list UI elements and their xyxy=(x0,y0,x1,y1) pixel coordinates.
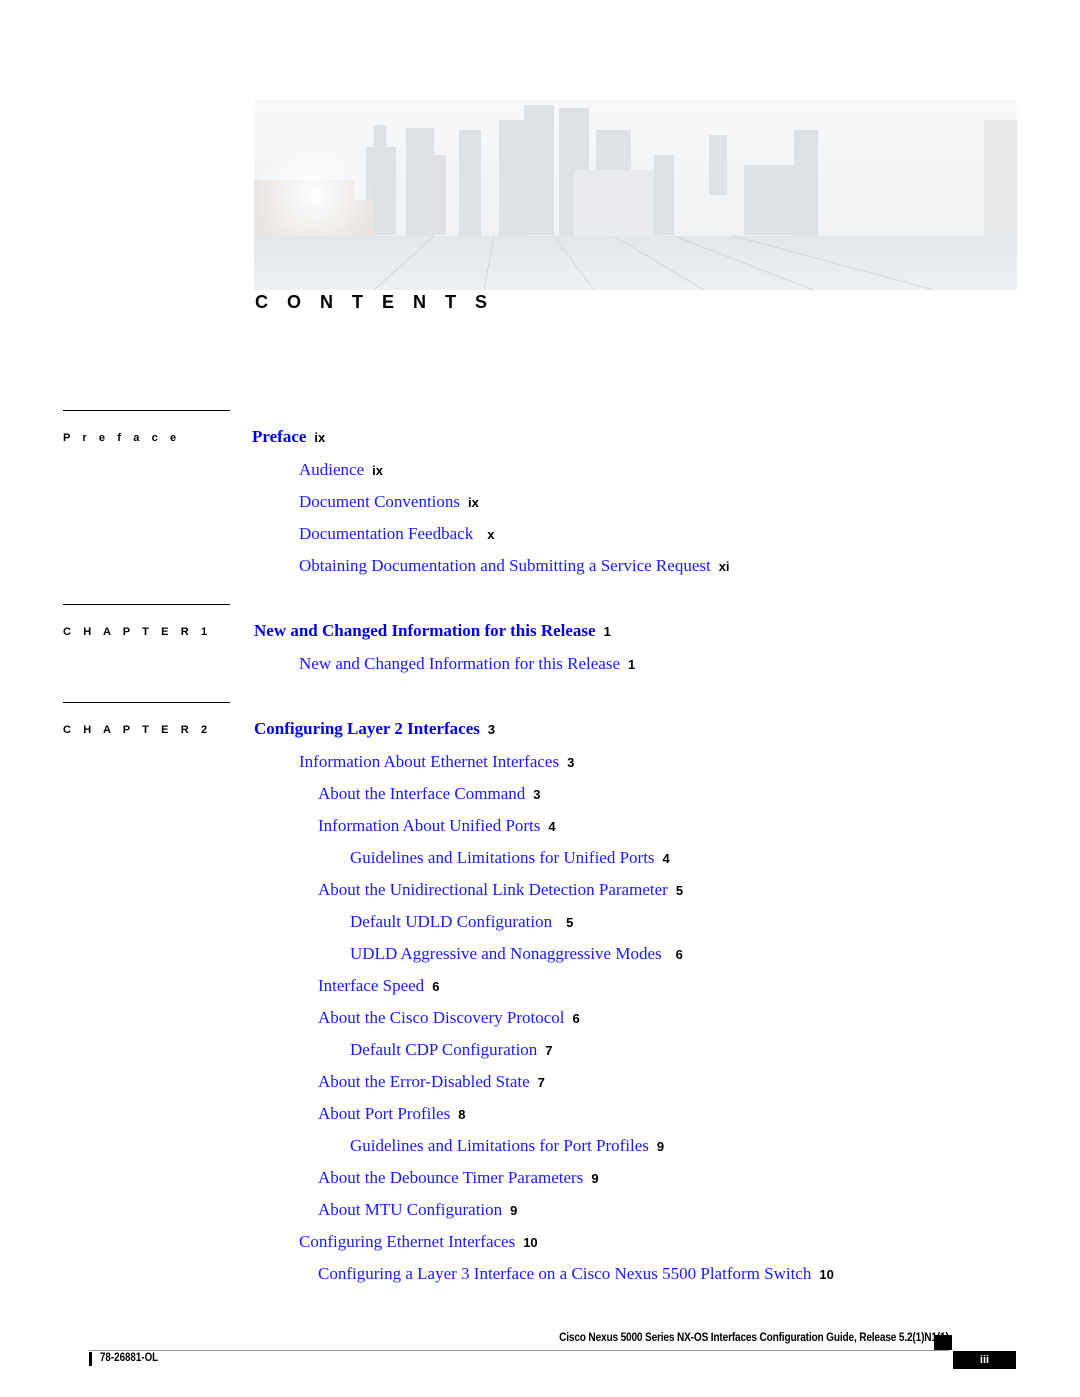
toc-link[interactable]: Documentation Feedback xyxy=(299,524,473,543)
section-label-chapter-2: C H A P T E R 2 xyxy=(63,724,212,736)
toc-page-number: 9 xyxy=(510,1203,518,1218)
toc-entry[interactable]: Document Conventions ix xyxy=(299,492,479,513)
toc-page-number: 7 xyxy=(545,1043,553,1058)
toc-entry[interactable]: Configuring a Layer 3 Interface on a Cis… xyxy=(318,1264,834,1285)
toc-page-number: 5 xyxy=(675,883,684,898)
header-banner-image xyxy=(254,100,1017,290)
toc-chapter-1[interactable]: New and Changed Information for this Rel… xyxy=(254,621,611,642)
toc-entry[interactable]: Configuring Ethernet Interfaces 10 xyxy=(299,1232,538,1253)
toc-entry[interactable]: About the Cisco Discovery Protocol 6 xyxy=(318,1008,580,1029)
toc-link[interactable]: UDLD Aggressive and Nonaggressive Modes xyxy=(350,944,662,963)
toc-entry[interactable]: Documentation Feedback x xyxy=(299,524,494,545)
toc-entry[interactable]: Audience ix xyxy=(299,460,383,481)
toc-link[interactable]: Configuring a Layer 3 Interface on a Cis… xyxy=(318,1264,811,1283)
toc-page-number: 10 xyxy=(523,1235,538,1250)
toc-page-number: 1 xyxy=(628,657,636,672)
toc-entry[interactable]: Information About Unified Ports 4 xyxy=(318,816,556,837)
toc-link[interactable]: About the Interface Command xyxy=(318,784,525,803)
toc-link[interactable]: About MTU Configuration xyxy=(318,1200,502,1219)
toc-link[interactable]: Information About Unified Ports xyxy=(318,816,540,835)
toc-page-number: 3 xyxy=(533,787,541,802)
toc-page-number: x xyxy=(487,527,495,542)
toc-link[interactable]: Default UDLD Configuration xyxy=(350,912,552,931)
toc-link[interactable]: New and Changed Information for this Rel… xyxy=(299,654,620,673)
toc-link[interactable]: About Port Profiles xyxy=(318,1104,450,1123)
toc-link[interactable]: Guidelines and Limitations for Unified P… xyxy=(350,848,655,867)
toc-entry[interactable]: UDLD Aggressive and Nonaggressive Modes 6 xyxy=(350,944,683,965)
toc-entry[interactable]: Default CDP Configuration 7 xyxy=(350,1040,553,1061)
toc-entry[interactable]: Guidelines and Limitations for Unified P… xyxy=(350,848,670,869)
toc-link[interactable]: Configuring Layer 2 Interfaces xyxy=(254,719,480,738)
section-label-chapter-1: C H A P T E R 1 xyxy=(63,626,212,638)
toc-page-number: 4 xyxy=(548,819,556,834)
section-divider xyxy=(63,604,230,605)
toc-page-number: ix xyxy=(372,463,383,478)
toc-entry[interactable]: About MTU Configuration 9 xyxy=(318,1200,517,1221)
toc-link[interactable]: About the Debounce Timer Parameters xyxy=(318,1168,583,1187)
footer-guide-title: Cisco Nexus 5000 Series NX-OS Interfaces… xyxy=(559,1332,949,1344)
toc-page-number: 8 xyxy=(458,1107,466,1122)
toc-entry[interactable]: About Port Profiles 8 xyxy=(318,1104,465,1125)
toc-link[interactable]: About the Cisco Discovery Protocol xyxy=(318,1008,564,1027)
toc-entry[interactable]: About the Debounce Timer Parameters 9 xyxy=(318,1168,599,1189)
toc-page-number: 7 xyxy=(537,1075,545,1090)
toc-entry[interactable]: About the Interface Command 3 xyxy=(318,784,540,805)
contents-heading: C O N T E N T S xyxy=(255,292,495,312)
toc-entry[interactable]: Obtaining Documentation and Submitting a… xyxy=(299,556,730,577)
toc-chapter-preface[interactable]: Preface ix xyxy=(252,427,325,448)
section-label-preface: P r e f a c e xyxy=(63,432,181,444)
toc-link[interactable]: Audience xyxy=(299,460,364,479)
page-number-badge: iii xyxy=(953,1351,1016,1369)
toc-page-number: 6 xyxy=(432,979,440,994)
section-divider xyxy=(63,410,230,411)
document-number: 78-26881-OL xyxy=(100,1352,159,1364)
toc-page-number: 4 xyxy=(662,851,670,866)
toc-link[interactable]: Interface Speed xyxy=(318,976,424,995)
toc-page-number: 3 xyxy=(487,722,496,737)
toc-page-number: 3 xyxy=(567,755,575,770)
toc-page-number: 10 xyxy=(819,1267,834,1282)
toc-entry[interactable]: Interface Speed 6 xyxy=(318,976,439,997)
toc-page-number: 6 xyxy=(572,1011,580,1026)
toc-page-number: 9 xyxy=(591,1171,599,1186)
toc-link[interactable]: About the Unidirectional Link Detection … xyxy=(318,880,668,899)
toc-link[interactable]: Information About Ethernet Interfaces xyxy=(299,752,559,771)
toc-page-number: xi xyxy=(718,559,730,574)
toc-chapter-2[interactable]: Configuring Layer 2 Interfaces 3 xyxy=(254,719,495,740)
toc-page-number: 6 xyxy=(675,947,683,962)
toc-entry[interactable]: Default UDLD Configuration 5 xyxy=(350,912,573,933)
toc-link[interactable]: About the Error-Disabled State xyxy=(318,1072,530,1091)
footer-marker-block xyxy=(934,1335,952,1350)
footer-left-bar xyxy=(89,1352,92,1366)
section-divider xyxy=(63,702,230,703)
skyline-illustration xyxy=(254,100,1017,290)
toc-entry[interactable]: New and Changed Information for this Rel… xyxy=(299,654,635,675)
toc-page-number: ix xyxy=(314,430,326,445)
toc-link[interactable]: Configuring Ethernet Interfaces xyxy=(299,1232,515,1251)
toc-link[interactable]: Preface xyxy=(252,427,306,446)
toc-link[interactable]: Default CDP Configuration xyxy=(350,1040,537,1059)
toc-entry[interactable]: About the Unidirectional Link Detection … xyxy=(318,880,683,901)
toc-entry[interactable]: Information About Ethernet Interfaces 3 xyxy=(299,752,574,773)
footer-divider xyxy=(89,1350,949,1351)
toc-page-number: 5 xyxy=(566,915,574,930)
toc-link[interactable]: Document Conventions xyxy=(299,492,460,511)
toc-link[interactable]: New and Changed Information for this Rel… xyxy=(254,621,596,640)
toc-link[interactable]: Guidelines and Limitations for Port Prof… xyxy=(350,1136,649,1155)
toc-entry[interactable]: Guidelines and Limitations for Port Prof… xyxy=(350,1136,664,1157)
toc-page-number: 1 xyxy=(603,624,611,639)
toc-link[interactable]: Obtaining Documentation and Submitting a… xyxy=(299,556,711,575)
toc-entry[interactable]: About the Error-Disabled State 7 xyxy=(318,1072,545,1093)
toc-page-number: ix xyxy=(468,495,479,510)
toc-page-number: 9 xyxy=(656,1139,665,1154)
